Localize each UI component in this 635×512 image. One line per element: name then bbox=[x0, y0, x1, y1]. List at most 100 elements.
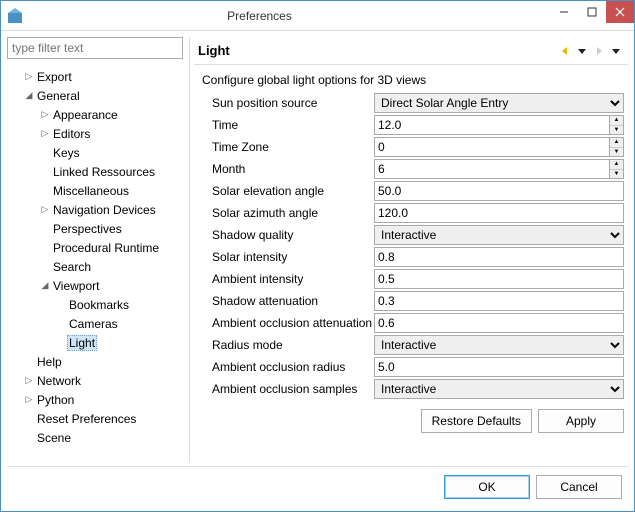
setting-select[interactable]: Interactive bbox=[374, 225, 624, 245]
maximize-button[interactable] bbox=[578, 1, 606, 23]
setting-input[interactable] bbox=[374, 137, 609, 157]
tree-item[interactable]: Reset Preferences bbox=[7, 409, 183, 428]
setting-select[interactable]: Direct Solar Angle Entry bbox=[374, 93, 624, 113]
tree-item[interactable]: Perspectives bbox=[7, 219, 183, 238]
setting-label: Ambient intensity bbox=[212, 269, 374, 289]
tree-item-label: Light bbox=[67, 335, 97, 351]
tree-item[interactable]: Keys bbox=[7, 143, 183, 162]
tree-item-label: Keys bbox=[51, 146, 82, 160]
setting-label: Shadow quality bbox=[212, 225, 374, 245]
tree-item[interactable]: Miscellaneous bbox=[7, 181, 183, 200]
setting-input[interactable] bbox=[374, 269, 624, 289]
setting-label: Ambient occlusion samples bbox=[212, 379, 374, 399]
tree-item[interactable]: Light bbox=[7, 333, 183, 352]
spinner-buttons: ▲▼ bbox=[609, 115, 624, 135]
tree-item[interactable]: Help bbox=[7, 352, 183, 371]
setting-label: Solar intensity bbox=[212, 247, 374, 267]
forward-button[interactable] bbox=[591, 43, 607, 59]
setting-control: ▲▼ bbox=[374, 159, 624, 179]
setting-input[interactable] bbox=[374, 203, 624, 223]
spinner-up-icon[interactable]: ▲ bbox=[610, 116, 623, 126]
tree-item[interactable]: ◢Viewport bbox=[7, 276, 183, 295]
cancel-button[interactable]: Cancel bbox=[536, 475, 622, 499]
tree-item[interactable]: ▷Python bbox=[7, 390, 183, 409]
tree-item[interactable]: ▷Export bbox=[7, 67, 183, 86]
tree-item-label: Search bbox=[51, 260, 93, 274]
setting-label: Solar azimuth angle bbox=[212, 203, 374, 223]
setting-control: Interactive bbox=[374, 379, 624, 399]
preferences-tree[interactable]: ▷Export◢General▷Appearance▷EditorsKeysLi… bbox=[7, 63, 183, 462]
tree-item[interactable]: Cameras bbox=[7, 314, 183, 333]
back-menu-icon[interactable] bbox=[574, 43, 590, 59]
tree-item[interactable]: Linked Ressources bbox=[7, 162, 183, 181]
setting-select[interactable]: Interactive bbox=[374, 379, 624, 399]
chevron-right-icon[interactable]: ▷ bbox=[23, 375, 35, 386]
spinner-up-icon[interactable]: ▲ bbox=[610, 160, 623, 170]
tree-item-label: Export bbox=[35, 70, 74, 84]
spinner-buttons: ▲▼ bbox=[609, 159, 624, 179]
apply-button[interactable]: Apply bbox=[538, 409, 624, 433]
tree-item-label: Bookmarks bbox=[67, 298, 131, 312]
page-button-row: Restore Defaults Apply bbox=[194, 399, 628, 439]
spinner-buttons: ▲▼ bbox=[609, 137, 624, 157]
setting-input[interactable] bbox=[374, 313, 624, 333]
setting-input[interactable] bbox=[374, 291, 624, 311]
tree-item[interactable]: Bookmarks bbox=[7, 295, 183, 314]
restore-defaults-button[interactable]: Restore Defaults bbox=[421, 409, 532, 433]
tree-item-label: Appearance bbox=[51, 108, 120, 122]
setting-select[interactable]: Interactive bbox=[374, 335, 624, 355]
tree-item-label: Help bbox=[35, 355, 64, 369]
spinner-up-icon[interactable]: ▲ bbox=[610, 138, 623, 148]
chevron-right-icon[interactable]: ▷ bbox=[39, 109, 51, 120]
chevron-down-icon[interactable]: ◢ bbox=[23, 90, 35, 101]
tree-item[interactable]: ▷Network bbox=[7, 371, 183, 390]
setting-input[interactable] bbox=[374, 115, 609, 135]
tree-item-label: Viewport bbox=[51, 279, 101, 293]
tree-item[interactable]: ▷Appearance bbox=[7, 105, 183, 124]
chevron-right-icon[interactable]: ▷ bbox=[23, 394, 35, 405]
chevron-right-icon[interactable]: ▷ bbox=[39, 204, 51, 215]
setting-control bbox=[374, 181, 624, 201]
close-button[interactable] bbox=[606, 1, 634, 23]
page-description: Configure global light options for 3D vi… bbox=[194, 65, 628, 93]
tree-item[interactable]: ◢General bbox=[7, 86, 183, 105]
minimize-button[interactable] bbox=[550, 1, 578, 23]
tree-item-label: Navigation Devices bbox=[51, 203, 158, 217]
chevron-right-icon[interactable]: ▷ bbox=[23, 71, 35, 82]
back-button[interactable] bbox=[557, 43, 573, 59]
window-title: Preferences bbox=[0, 9, 550, 23]
tree-item-label: General bbox=[35, 89, 82, 103]
chevron-down-icon[interactable]: ◢ bbox=[39, 280, 51, 291]
filter-input[interactable] bbox=[7, 37, 183, 59]
right-pane: Light Configure global light options for… bbox=[189, 37, 628, 462]
tree-item-label: Procedural Runtime bbox=[51, 241, 161, 255]
tree-item[interactable]: Procedural Runtime bbox=[7, 238, 183, 257]
chevron-right-icon[interactable]: ▷ bbox=[39, 128, 51, 139]
forward-menu-icon[interactable] bbox=[608, 43, 624, 59]
tree-item[interactable]: ▷Editors bbox=[7, 124, 183, 143]
spinner-down-icon[interactable]: ▼ bbox=[610, 126, 623, 135]
spinner-down-icon[interactable]: ▼ bbox=[610, 148, 623, 157]
tree-item[interactable]: ▷Navigation Devices bbox=[7, 200, 183, 219]
setting-input[interactable] bbox=[374, 181, 624, 201]
setting-control bbox=[374, 291, 624, 311]
setting-input[interactable] bbox=[374, 247, 624, 267]
setting-label: Shadow attenuation bbox=[212, 291, 374, 311]
setting-input[interactable] bbox=[374, 357, 624, 377]
tree-item[interactable]: Search bbox=[7, 257, 183, 276]
setting-control bbox=[374, 357, 624, 377]
setting-input[interactable] bbox=[374, 159, 609, 179]
spinner-down-icon[interactable]: ▼ bbox=[610, 170, 623, 179]
tree-item-label: Linked Ressources bbox=[51, 165, 157, 179]
setting-control: ▲▼ bbox=[374, 115, 624, 135]
ok-button[interactable]: OK bbox=[444, 475, 530, 499]
tree-item[interactable]: Scene bbox=[7, 428, 183, 447]
dialog-body: ▷Export◢General▷Appearance▷EditorsKeysLi… bbox=[1, 31, 634, 511]
page-header: Light bbox=[194, 37, 628, 65]
preferences-window: Preferences ▷Export◢General▷Appearance▷E… bbox=[0, 0, 635, 512]
setting-control bbox=[374, 269, 624, 289]
tree-item-label: Editors bbox=[51, 127, 92, 141]
setting-control: Direct Solar Angle Entry bbox=[374, 93, 624, 113]
tree-item-label: Perspectives bbox=[51, 222, 124, 236]
setting-control bbox=[374, 313, 624, 333]
